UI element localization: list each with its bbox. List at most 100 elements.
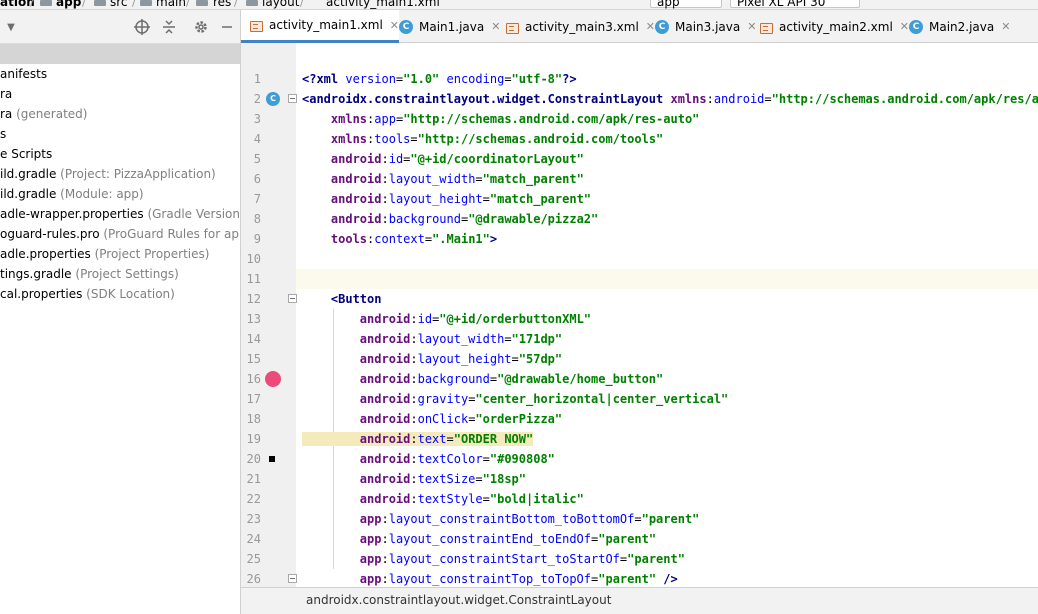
code-line[interactable]: 13 android:id="@+id/orderbuttonXML" [247,309,1038,329]
line-number[interactable]: 9 [241,229,261,249]
minimize-icon[interactable] [218,18,236,36]
line-number[interactable]: 3 [241,109,261,129]
code-line[interactable]: 8 android:background="@drawable/pizza2" [254,209,1038,229]
tree-item[interactable]: e Scripts [0,144,240,164]
code-line[interactable]: 18 android:onClick="orderPizza" [247,409,1038,429]
tree-item[interactable]: ra (generated) [0,104,240,124]
tree-item[interactable]: ild.gradle (Module: app) [0,184,240,204]
code-line[interactable]: 22 android:textStyle="bold|italic" [247,489,1038,509]
close-icon[interactable]: ✕ [1001,20,1010,33]
tree-item[interactable]: tings.gradle (Project Settings) [0,264,240,284]
run-config-select[interactable]: app [650,0,722,9]
tree-item[interactable]: cal.properties (SDK Location) [0,284,240,304]
code-line[interactable]: 17 android:gravity="center_horizontal|ce… [247,389,1038,409]
line-number[interactable]: 25 [241,549,261,569]
line-number[interactable]: 24 [241,529,261,549]
code-text: android:textColor="#090808" [359,452,555,466]
editor-breadcrumb[interactable]: androidx.constraintlayout.widget.Constra… [306,593,611,607]
tree-item[interactable]: anifests [0,64,240,84]
line-number[interactable]: 21 [241,469,261,489]
code-line[interactable]: 19 android:text="ORDER NOW" [247,429,1038,449]
color-swatch-icon[interactable] [269,456,275,462]
code-line[interactable]: 5 android:id="@+id/coordinatorLayout" [254,149,1038,169]
nav-separator: / [300,0,304,9]
tab-activity-main3-xml[interactable]: activity_main3.xml ✕ [497,10,655,43]
code-line[interactable]: 23 app:layout_constraintBottom_toBottomO… [247,509,1038,529]
tree-item[interactable]: adle.properties (Project Properties) [0,244,240,264]
line-number[interactable]: 10 [241,249,261,269]
nav-path-crumb[interactable]: src [110,0,128,9]
line-number[interactable]: 1 [241,69,261,89]
collapse-all-icon[interactable] [160,18,178,36]
tree-item[interactable]: ild.gradle (Project: PizzaApplication) [0,164,240,184]
color-swatch-icon[interactable] [265,371,281,387]
line-number[interactable]: 14 [241,329,261,349]
code-line[interactable]: 14 android:layout_width="171dp" [247,329,1038,349]
code-line[interactable]: 6 android:layout_width="match_parent" [254,169,1038,189]
class-reference-icon[interactable]: C [266,92,280,106]
tree-item[interactable]: oguard-rules.pro (ProGuard Rules for app… [0,224,240,244]
tree-item[interactable]: adle-wrapper.properties (Gradle Version) [0,204,240,224]
tree-item[interactable]: s [0,124,240,144]
fold-toggle-icon[interactable] [288,94,297,103]
line-number[interactable]: 15 [241,349,261,369]
code-editor[interactable]: 1 <?xml version="1.0" encoding="utf-8"?> 2… [241,43,1038,587]
folder-icon [246,0,258,6]
line-number[interactable]: 11 [241,269,261,289]
line-number[interactable]: 13 [241,309,261,329]
line-number[interactable]: 17 [241,389,261,409]
code-line[interactable]: 15 android:layout_height="57dp" [247,349,1038,369]
code-line[interactable]: 24 app:layout_constraintEnd_toEndOf="par… [247,529,1038,549]
selected-tree-row[interactable] [0,44,240,64]
line-number[interactable]: 26 [241,569,261,587]
nav-path-crumb[interactable]: layout [262,0,299,9]
tab-label: Main2.java [929,19,995,34]
tab-activity-main1-xml[interactable]: activity_main1.xml ✕ [241,10,400,43]
code-line[interactable]: 21 android:textSize="18sp" [247,469,1038,489]
line-number[interactable]: 22 [241,489,261,509]
code-line[interactable]: 4 xmlns:tools="http://schemas.android.co… [254,129,1038,149]
code-line[interactable]: 3 xmlns:app="http://schemas.android.com/… [254,109,1038,129]
line-number[interactable]: 23 [241,509,261,529]
device-select[interactable]: Pixel XL API 30 [730,0,860,9]
code-line[interactable]: 25 app:layout_constraintStart_toStartOf=… [247,549,1038,569]
line-number[interactable]: 5 [241,149,261,169]
code-line[interactable]: 10 [247,249,1038,269]
code-line[interactable]: 20 android:textColor="#090808" [247,449,1038,469]
nav-module-crumb[interactable]: app [56,0,81,9]
nav-path-crumb[interactable]: main [156,0,186,9]
tab-activity-main2-xml[interactable]: activity_main2.xml ✕ [751,10,909,43]
chevron-down-icon[interactable]: ▼ [2,18,20,36]
nav-separator: / [234,0,238,9]
nav-file-crumb[interactable]: activity_main1.xml [326,0,440,9]
code-line[interactable]: 26 app:layout_constraintTop_toTopOf="par… [247,569,1038,587]
line-number[interactable]: 7 [241,189,261,209]
code-line[interactable]: 11 [247,269,1038,289]
line-number[interactable]: 4 [241,129,261,149]
code-line[interactable]: 16 android:background="@drawable/home_bu… [247,369,1038,389]
fold-toggle-icon[interactable] [288,294,297,303]
tree-item-label: adle-wrapper.properties [0,207,144,221]
fold-toggle-icon[interactable] [288,574,297,583]
line-number[interactable]: 12 [241,289,261,309]
line-number[interactable]: 20 [241,449,261,469]
code-line[interactable]: 2 C <androidx.constraintlayout.widget.Cons… [254,89,1038,109]
gear-icon[interactable] [192,18,210,36]
line-number[interactable]: 6 [241,169,261,189]
tab-main3-java[interactable]: C Main3.java ✕ [647,10,756,43]
tree-item[interactable]: ra [0,84,240,104]
line-number[interactable]: 2 [241,89,261,109]
tab-main1-java[interactable]: C Main1.java ✕ [391,10,500,43]
line-number[interactable]: 8 [241,209,261,229]
project-tree: anifests ra ra (generated) s e Scripts ild.gr… [0,64,240,304]
code-line[interactable]: 9 tools:context=".Main1"> [254,229,1038,249]
code-line[interactable]: 7 android:layout_height="match_parent" [254,189,1038,209]
line-number[interactable]: 16 [241,369,261,389]
target-icon[interactable] [133,18,151,36]
line-number[interactable]: 19 [241,429,261,449]
nav-path-crumb[interactable]: res [213,0,231,9]
tab-main2-java[interactable]: C Main2.java ✕ [901,10,1010,43]
code-line[interactable]: 12 <Button [247,289,1038,309]
code-line[interactable]: 1 <?xml version="1.0" encoding="utf-8"?> [254,69,1038,89]
line-number[interactable]: 18 [241,409,261,429]
